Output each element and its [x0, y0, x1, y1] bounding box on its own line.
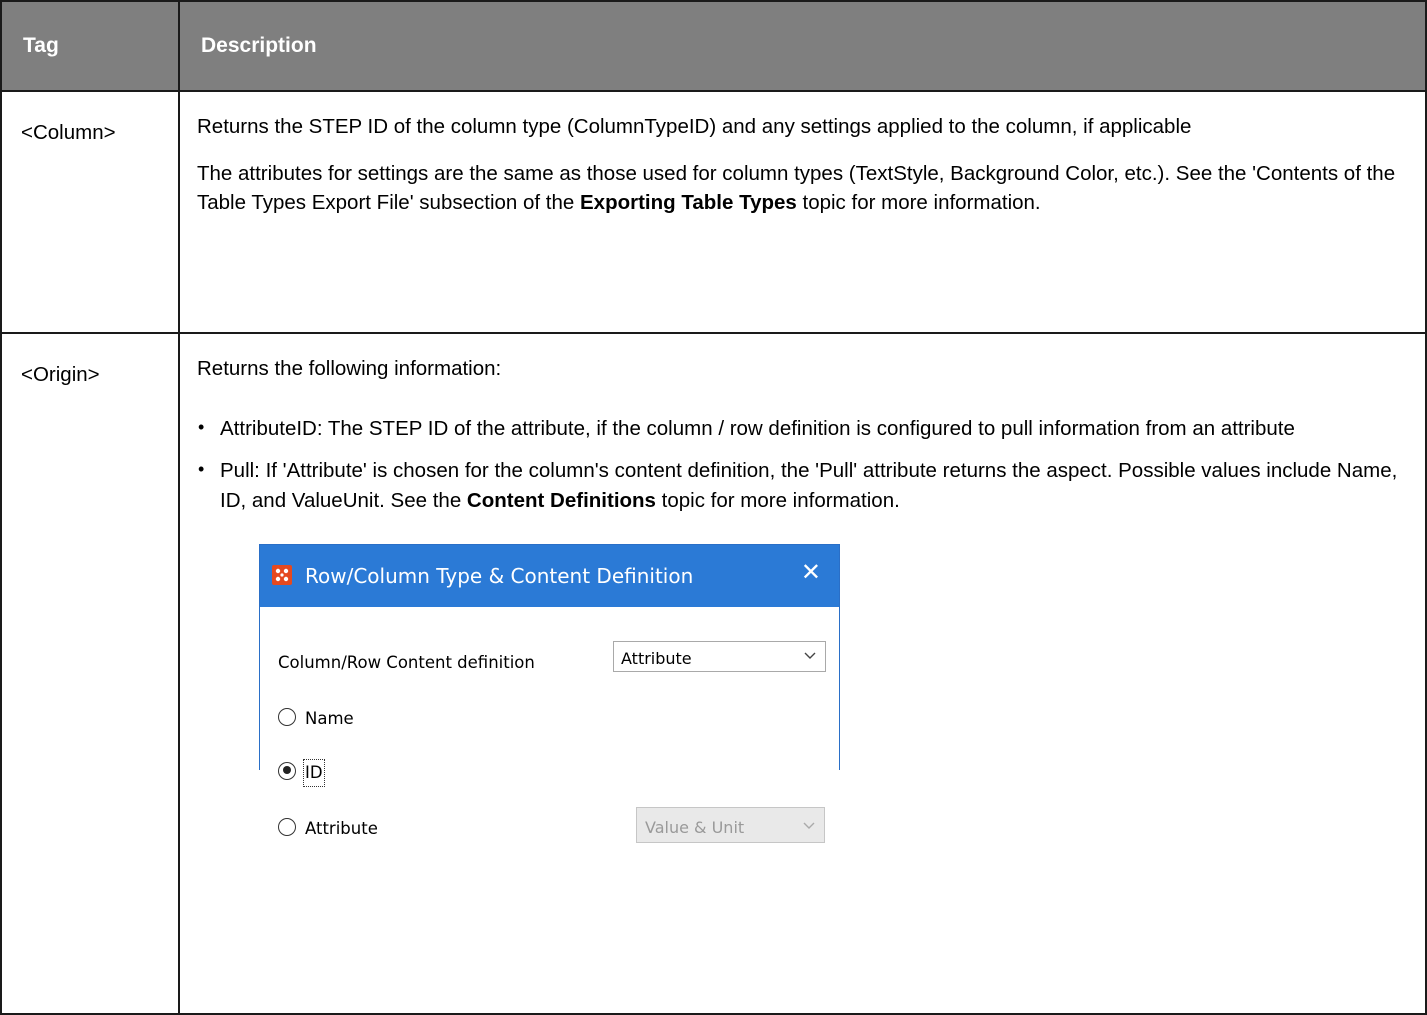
chevron-down-icon: [804, 652, 816, 659]
radio-name-label: Name: [305, 708, 354, 728]
description-column-header: Description: [178, 0, 1427, 92]
radio-id-label: ID: [303, 758, 325, 787]
column-settings-paragraph: The attributes for settings are the same…: [197, 159, 1417, 218]
radio-attribute: [278, 817, 296, 836]
pull-text-end: topic for more information.: [655, 489, 900, 513]
bullet-pull: Pull: If 'Attribute' is chosen for the c…: [197, 456, 1417, 843]
content-definitions-link-text: Content Definitions: [466, 489, 656, 513]
table-row: <Origin> Returns the following informati…: [0, 332, 1427, 1015]
radio-name: [278, 707, 296, 726]
origin-bullet-list: AttributeID: The STEP ID of the attribut…: [197, 414, 1417, 843]
origin-intro: Returns the following information:: [197, 357, 502, 380]
attribute-aspect-dropdown: Value & Unit: [636, 806, 825, 843]
settings-text-end: topic for more information.: [796, 191, 1041, 215]
content-definition-value: Attribute: [621, 648, 692, 668]
bullet-attributeid: AttributeID: The STEP ID of the attribut…: [197, 414, 1417, 444]
attribute-aspect-value: Value & Unit: [645, 817, 745, 837]
table-row: <Column> Returns the STEP ID of the colu…: [0, 90, 1427, 334]
exporting-table-types-link-text: Exporting Table Types: [580, 191, 797, 215]
radio-id: [278, 761, 296, 780]
radio-attribute-label: Attribute: [305, 818, 378, 838]
tags-table: Tag Description <Column> Returns the STE…: [0, 0, 1427, 1015]
close-icon: ✕: [800, 557, 821, 586]
dialog-titlebar: Row/Column Type & Content Definition ✕: [260, 544, 839, 607]
chevron-down-icon: [803, 822, 815, 829]
tag-cell-origin: <Origin>: [0, 332, 180, 1015]
tag-cell-column: <Column>: [0, 90, 180, 334]
tag-column-header: Tag: [0, 0, 180, 92]
app-logo-icon: [272, 564, 292, 585]
column-description-paragraph: Returns the STEP ID of the column type (…: [197, 115, 1192, 138]
description-cell-column: Returns the STEP ID of the column type (…: [178, 90, 1427, 334]
content-definition-dropdown: Attribute: [613, 640, 826, 672]
description-cell-origin: Returns the following information: Attri…: [178, 332, 1427, 1015]
table-header-row: Tag Description: [0, 0, 1427, 92]
dialog-title: Row/Column Type & Content Definition: [305, 563, 694, 588]
content-definition-label: Column/Row Content definition: [278, 652, 535, 672]
content-definition-dialog-screenshot: Row/Column Type & Content Definition ✕ C…: [259, 543, 840, 843]
